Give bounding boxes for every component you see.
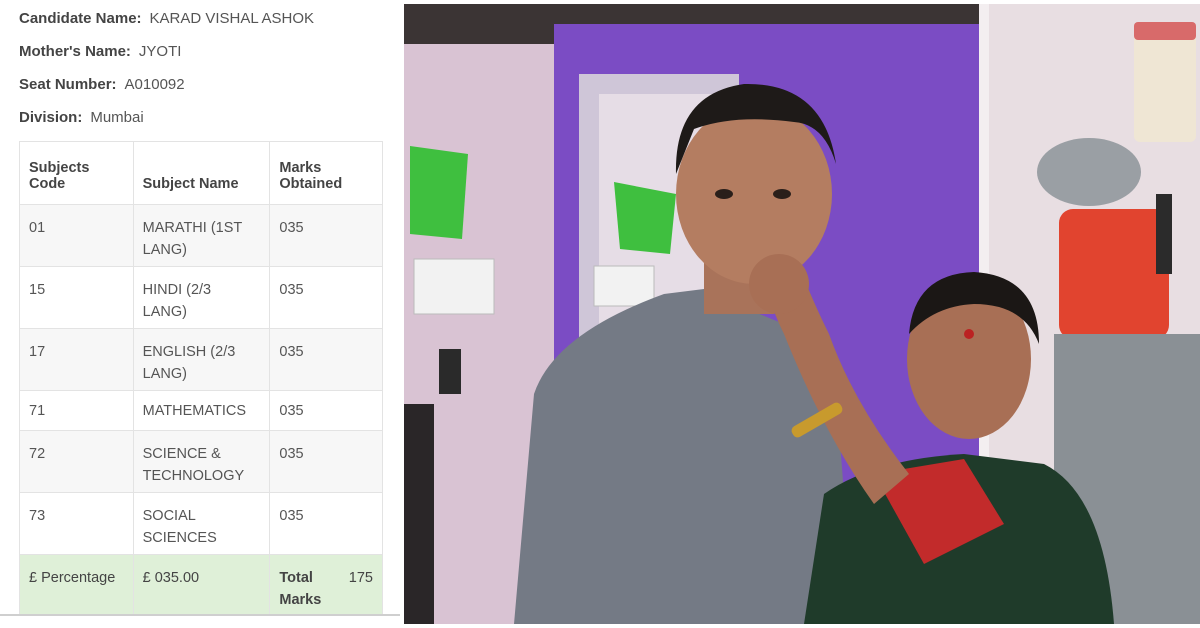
boy-right-eye — [773, 189, 791, 199]
subject-code: 73 — [19, 492, 134, 555]
header-subject-code: Subjects Code — [19, 141, 134, 205]
subject-name-line2: SCIENCES — [142, 530, 217, 546]
subject-name-line1: HINDI (2/3 — [142, 282, 212, 298]
red-mixer — [1059, 209, 1169, 339]
subject-name-line2: TECHNOLOGY — [142, 468, 245, 484]
boy-face — [676, 104, 832, 284]
subject-name: ENGLISH (2/3 LANG) — [132, 328, 271, 391]
marks-obtained: 035 — [269, 204, 383, 267]
result-card: Candidate Name: KARAD VISHAL ASHOK Mother… — [0, 0, 400, 628]
division-label: Division: — [19, 109, 83, 126]
subject-name-line1: MATHEMATICS — [142, 403, 247, 419]
mother-name-label: Mother's Name: — [19, 43, 131, 60]
subject-name: MARATHI (1ST LANG) — [132, 204, 271, 267]
subject-name-line2: LANG) — [142, 304, 187, 320]
header-code-line1: Subjects — [29, 160, 90, 176]
header-marks-obtained: Marks Obtained — [269, 141, 383, 205]
bindi — [964, 329, 974, 339]
knife — [1156, 194, 1172, 274]
division-row: Division: Mumbai — [19, 109, 144, 126]
table-row: 71 MATHEMATICS 035 — [19, 390, 383, 431]
table-row: 17 ENGLISH (2/3 LANG) 035 — [19, 328, 383, 391]
total-marks-cell: Total Marks 175 — [269, 554, 383, 615]
boy-left-eye — [715, 189, 733, 199]
switchboard-door — [593, 265, 655, 307]
subject-name-line2: LANG) — [142, 242, 187, 258]
subject-code: 01 — [19, 204, 134, 267]
marks-obtained: 035 — [269, 390, 383, 431]
header-code-line2: Code — [29, 176, 66, 192]
total-marks-value: 175 — [348, 570, 373, 586]
subject-name: SCIENCE & TECHNOLOGY — [132, 430, 271, 493]
subject-name-line1: ENGLISH (2/3 — [142, 344, 236, 360]
subject-name: HINDI (2/3 LANG) — [132, 266, 271, 329]
marks-obtained: 035 — [269, 430, 383, 493]
total-marks-label: Total Marks — [279, 567, 321, 611]
total-marks-line1: Total — [279, 570, 313, 586]
green-hook-right — [614, 182, 676, 254]
seat-number-row: Seat Number: A010092 — [19, 76, 185, 93]
subject-name-line1: SCIENCE & — [142, 446, 221, 462]
bottom-divider — [0, 614, 400, 616]
marks-obtained: 035 — [269, 492, 383, 555]
header-marks-line1: Marks — [279, 160, 322, 176]
woman-hand — [749, 254, 809, 314]
phone-charger — [439, 349, 461, 394]
subject-name-line2: LANG) — [142, 366, 187, 382]
header-subject-name: Subject Name — [132, 141, 271, 205]
green-hook-left — [410, 146, 468, 239]
seat-number-value: A010092 — [124, 76, 185, 93]
header-marks-line2: Obtained — [279, 176, 343, 192]
subject-name: MATHEMATICS — [132, 390, 271, 431]
total-marks-wrap: Total Marks 175 — [279, 567, 373, 611]
percentage-value: £ 035.00 — [132, 554, 271, 615]
marks-obtained: 035 — [269, 266, 383, 329]
candidate-name-row: Candidate Name: KARAD VISHAL ASHOK — [19, 10, 314, 27]
steel-pot — [1037, 138, 1141, 206]
mother-name-row: Mother's Name: JYOTI — [19, 43, 181, 60]
jar-lid — [1134, 22, 1196, 40]
table-footer-row: £ Percentage £ 035.00 Total Marks 175 — [19, 554, 383, 615]
subject-code: 72 — [19, 430, 134, 493]
table-row: 73 SOCIAL SCIENCES 035 — [19, 492, 383, 555]
subject-name-line1: MARATHI (1ST — [142, 220, 243, 236]
celebration-photo-illustration — [404, 4, 1200, 624]
switchboard — [413, 258, 495, 315]
candidate-name-label: Candidate Name: — [19, 10, 142, 27]
person-edge — [404, 404, 434, 624]
table-row: 15 HINDI (2/3 LANG) 035 — [19, 266, 383, 329]
table-header-row: Subjects Code Subject Name Marks Obtaine… — [19, 141, 383, 205]
subject-name-line1: SOCIAL — [142, 508, 196, 524]
seat-number-label: Seat Number: — [19, 76, 117, 93]
total-marks-line2: Marks — [279, 592, 322, 608]
mother-name-value: JYOTI — [138, 43, 182, 60]
marks-table: Subjects Code Subject Name Marks Obtaine… — [19, 141, 383, 615]
subject-code: 17 — [19, 328, 134, 391]
subject-code: 71 — [19, 390, 134, 431]
percentage-label: £ Percentage — [19, 554, 134, 615]
celebration-photo — [404, 4, 1200, 624]
candidate-name-value: KARAD VISHAL ASHOK — [149, 10, 315, 27]
subject-code: 15 — [19, 266, 134, 329]
table-row: 01 MARATHI (1ST LANG) 035 — [19, 204, 383, 267]
table-row: 72 SCIENCE & TECHNOLOGY 035 — [19, 430, 383, 493]
subject-name: SOCIAL SCIENCES — [132, 492, 271, 555]
division-value: Mumbai — [90, 109, 144, 126]
marks-obtained: 035 — [269, 328, 383, 391]
